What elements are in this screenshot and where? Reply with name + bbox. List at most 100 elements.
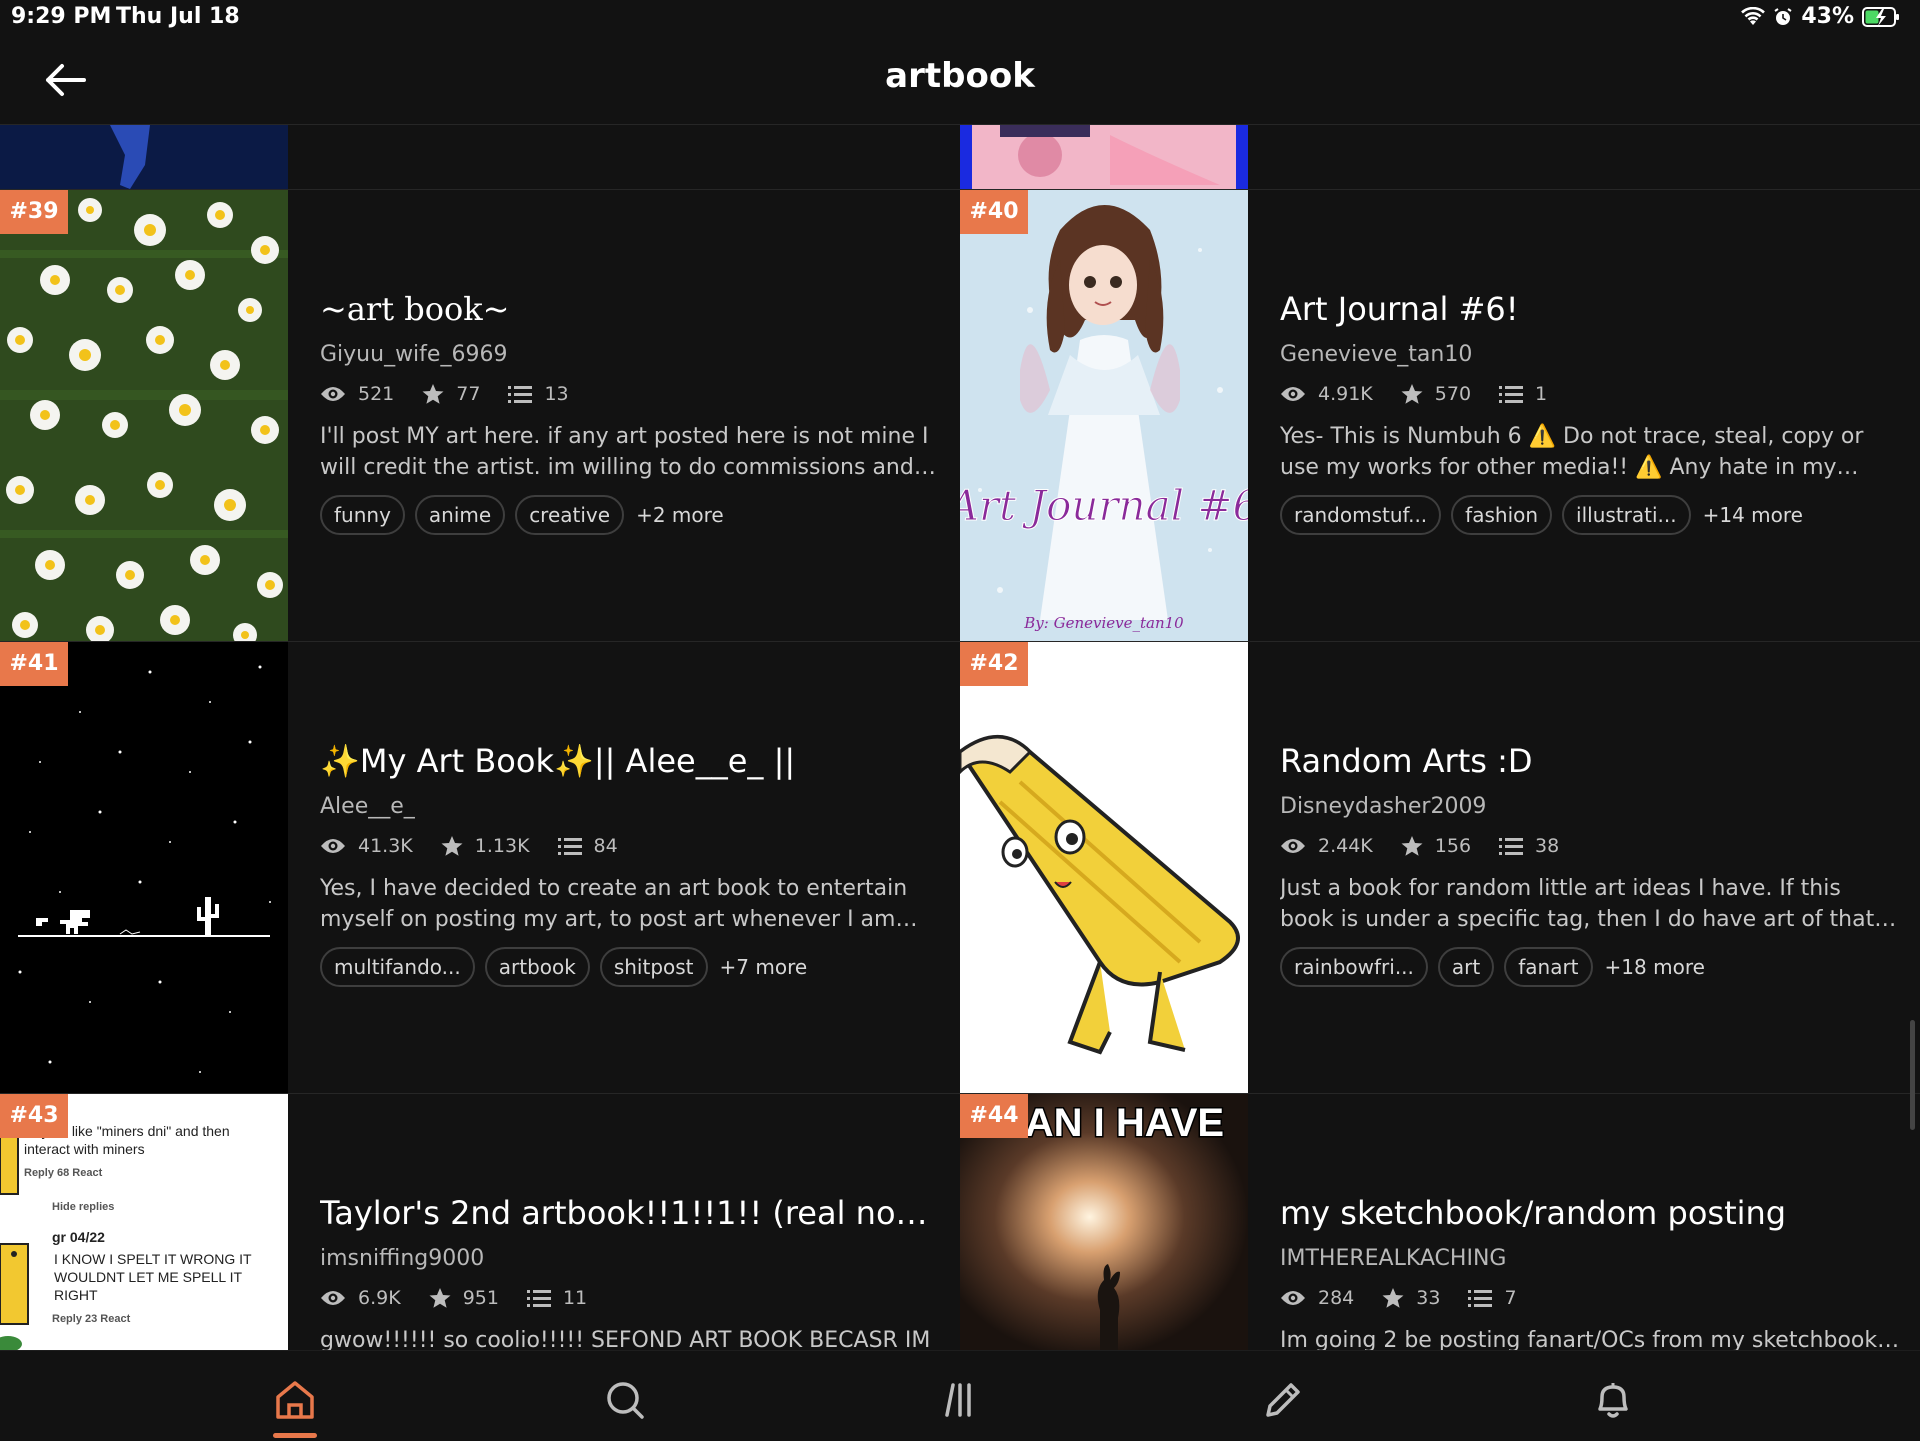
nav-home[interactable] bbox=[270, 1375, 320, 1425]
book-title[interactable]: ✨My Art Book✨|| Alee__e_ || bbox=[320, 742, 940, 780]
book-card[interactable]: Art Journal #6 By: Genevieve_tan10 #40 A… bbox=[960, 190, 1918, 641]
book-title[interactable]: Art Journal #6! bbox=[1280, 290, 1900, 328]
rank-badge: #40 bbox=[960, 190, 1028, 234]
votes-count: 156 bbox=[1434, 835, 1472, 857]
tag[interactable]: shitpost bbox=[599, 947, 708, 987]
votes-count: 951 bbox=[462, 1287, 499, 1309]
alarm-icon bbox=[1773, 7, 1793, 27]
votes-count: 570 bbox=[1434, 383, 1472, 405]
book-author[interactable]: Disneydasher2009 bbox=[1280, 794, 1486, 819]
book-stats: 521 77 13 bbox=[320, 383, 597, 405]
book-info: Random Arts :D Disneydasher2009 2.44K 15… bbox=[1280, 642, 1904, 1093]
reads-stat: 6.9K bbox=[320, 1287, 401, 1309]
rank-badge: #39 bbox=[0, 190, 68, 234]
book-card[interactable]: #41 ✨My Art Book✨|| Alee__e_ || Alee__e_… bbox=[0, 642, 958, 1093]
votes-count: 1.13K bbox=[474, 835, 530, 857]
book-card[interactable]: CAN I HAVE #44 my sketchbook/random post… bbox=[960, 1094, 1918, 1350]
book-cover[interactable]: #39 bbox=[0, 190, 288, 641]
parts-stat: 38 bbox=[1499, 835, 1559, 857]
book-info: ✨My Art Book✨|| Alee__e_ || Alee__e_ 41.… bbox=[320, 642, 944, 1093]
tag-list: rainbowfri... art fanart +18 more bbox=[1280, 947, 1705, 987]
tag[interactable]: fashion bbox=[1451, 495, 1553, 535]
tag[interactable]: multifando... bbox=[320, 947, 475, 987]
votes-stat: 156 bbox=[1401, 835, 1471, 857]
nav-search[interactable] bbox=[600, 1375, 650, 1425]
tag[interactable]: anime bbox=[414, 495, 506, 535]
more-tags[interactable]: +2 more bbox=[636, 503, 724, 527]
nav-library[interactable] bbox=[933, 1375, 983, 1425]
cover-line: I KNOW I SPELT IT WRONG IT bbox=[54, 1251, 252, 1267]
book-cover[interactable]: #42 bbox=[960, 642, 1248, 1093]
pencil-icon bbox=[1258, 1383, 1308, 1429]
tag[interactable]: rainbowfri... bbox=[1280, 947, 1428, 987]
book-stats: 6.9K 951 11 bbox=[320, 1287, 615, 1309]
book-title[interactable]: ~art book~ bbox=[320, 290, 940, 328]
book-author[interactable]: Giyuu_wife_6969 bbox=[320, 342, 507, 367]
list-icon bbox=[1499, 384, 1524, 404]
tag[interactable]: creative bbox=[515, 495, 625, 535]
book-info: Taylor's 2nd artbook!!1!!1!! (real not c… bbox=[320, 1094, 944, 1350]
tag-list: funny anime creative +2 more bbox=[320, 495, 724, 535]
book-cover[interactable]: they be like "miners dni" and then inter… bbox=[0, 1094, 288, 1350]
book-info: my sketchbook/random posting IMTHEREALKA… bbox=[1280, 1094, 1904, 1350]
book-title[interactable]: Taylor's 2nd artbook!!1!!1!! (real not c… bbox=[320, 1194, 940, 1232]
nav-notifications[interactable] bbox=[1588, 1375, 1638, 1425]
tag[interactable]: fanart bbox=[1504, 947, 1593, 987]
book-author[interactable]: imsniffing9000 bbox=[320, 1246, 484, 1271]
book-cover[interactable]: #41 bbox=[0, 642, 288, 1093]
parts-count: 1 bbox=[1535, 383, 1548, 405]
book-stats: 284 33 7 bbox=[1280, 1287, 1545, 1309]
book-cover[interactable]: Art Journal #6 By: Genevieve_tan10 #40 bbox=[960, 190, 1248, 641]
reads-count: 2.44K bbox=[1318, 835, 1373, 857]
parts-stat: 84 bbox=[557, 835, 618, 857]
reads-count: 4.91K bbox=[1318, 383, 1373, 405]
tag[interactable]: funny bbox=[320, 495, 405, 535]
tag[interactable]: art bbox=[1437, 947, 1495, 987]
book-title[interactable]: Random Arts :D bbox=[1280, 742, 1900, 780]
book-cover[interactable]: CAN I HAVE #44 bbox=[960, 1094, 1248, 1350]
bottom-nav bbox=[0, 1350, 1920, 1441]
more-tags[interactable]: +7 more bbox=[720, 955, 808, 979]
active-tab-indicator bbox=[273, 1433, 317, 1438]
list-icon bbox=[1468, 1288, 1493, 1308]
more-tags[interactable]: +18 more bbox=[1605, 955, 1705, 979]
reads-stat: 284 bbox=[1280, 1287, 1354, 1309]
star-icon bbox=[1382, 1287, 1404, 1309]
book-description: Im going 2 be posting fanart/OCs from my… bbox=[1280, 1328, 1878, 1350]
cover-line: Reply 68 React bbox=[24, 1167, 103, 1179]
cover-line: interact with miners bbox=[24, 1141, 145, 1157]
parts-stat: 13 bbox=[508, 383, 569, 405]
parts-count: 7 bbox=[1504, 1287, 1517, 1309]
nav-write[interactable] bbox=[1258, 1375, 1308, 1425]
book-author[interactable]: IMTHEREALKACHING bbox=[1280, 1246, 1506, 1271]
eye-icon bbox=[1280, 1289, 1306, 1307]
book-card[interactable]: #42 Random Arts :D Disneydasher2009 2.44… bbox=[960, 642, 1918, 1093]
reads-stat: 4.91K bbox=[1280, 383, 1373, 405]
eye-icon bbox=[320, 1289, 346, 1307]
book-author[interactable]: Genevieve_tan10 bbox=[1280, 342, 1472, 367]
book-card[interactable]: #39 ~art book~ Giyuu_wife_6969 521 77 13… bbox=[0, 190, 958, 641]
partial-cover-right[interactable] bbox=[960, 125, 1248, 189]
book-card[interactable]: they be like "miners dni" and then inter… bbox=[0, 1094, 958, 1350]
reads-count: 41.3K bbox=[358, 835, 413, 857]
scrollbar[interactable] bbox=[1910, 1020, 1915, 1130]
reads-count: 521 bbox=[358, 383, 395, 405]
tag[interactable]: randomstuf... bbox=[1280, 495, 1442, 535]
reads-stat: 41.3K bbox=[320, 835, 413, 857]
star-icon bbox=[1401, 835, 1423, 857]
book-stats: 41.3K 1.13K 84 bbox=[320, 835, 646, 857]
parts-count: 11 bbox=[562, 1287, 588, 1309]
votes-count: 33 bbox=[1416, 1287, 1441, 1309]
book-author[interactable]: Alee__e_ bbox=[320, 794, 415, 819]
parts-stat: 7 bbox=[1468, 1287, 1517, 1309]
search-icon bbox=[600, 1382, 650, 1429]
partial-cover-left[interactable] bbox=[0, 125, 288, 189]
tag[interactable]: artbook bbox=[484, 947, 590, 987]
wifi-icon bbox=[1741, 6, 1766, 27]
book-title[interactable]: my sketchbook/random posting bbox=[1280, 1194, 1900, 1232]
parts-stat: 1 bbox=[1499, 383, 1547, 405]
page-title: artbook bbox=[885, 56, 1035, 96]
book-grid: #39 ~art book~ Giyuu_wife_6969 521 77 13… bbox=[0, 125, 1920, 1350]
more-tags[interactable]: +14 more bbox=[1703, 503, 1803, 527]
tag[interactable]: illustrati... bbox=[1562, 495, 1691, 535]
